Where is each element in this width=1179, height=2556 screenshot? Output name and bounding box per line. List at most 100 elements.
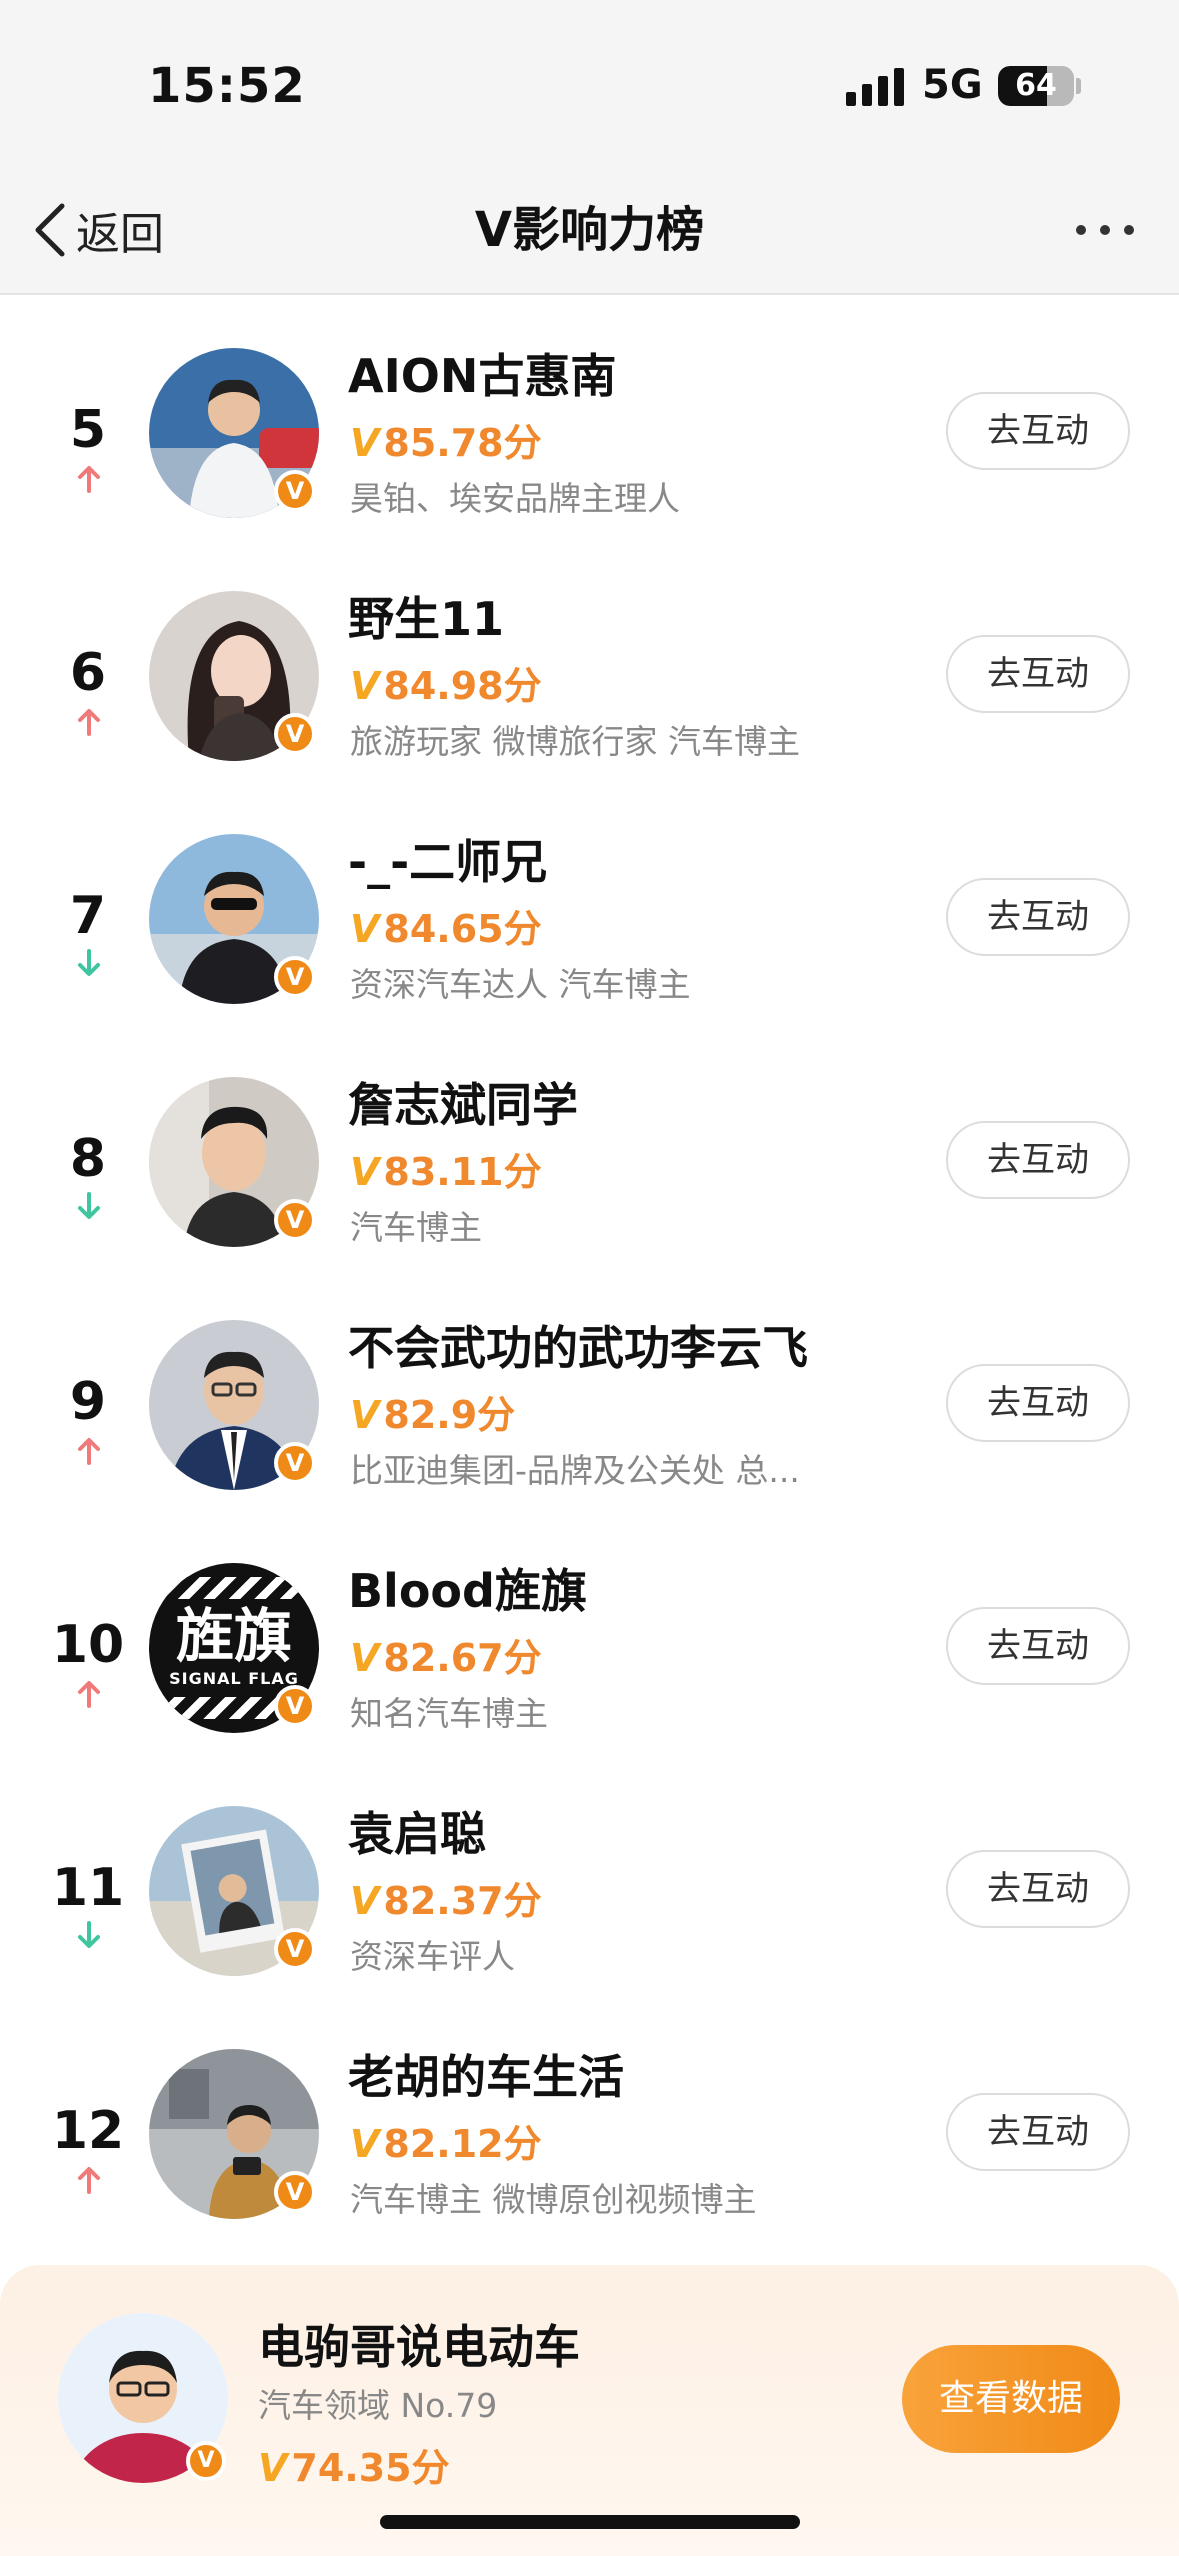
- v-score-icon: V: [350, 664, 380, 708]
- score-value: 83.11分: [383, 1150, 542, 1194]
- interact-button[interactable]: 去互动: [946, 635, 1130, 713]
- interact-button[interactable]: 去互动: [946, 1607, 1130, 1685]
- arrow-down-icon: [74, 949, 104, 979]
- user-name[interactable]: 詹志斌同学: [348, 1069, 578, 1135]
- user-name[interactable]: 老胡的车生活: [348, 2041, 624, 2107]
- interact-button[interactable]: 去互动: [946, 1121, 1130, 1199]
- my-name: 电驹哥说电动车: [258, 2320, 580, 2374]
- verified-badge-icon: V: [274, 1442, 316, 1484]
- signal-icon: [846, 66, 906, 106]
- user-description: 汽车博主: [350, 1208, 482, 1247]
- v-score-icon: V: [258, 2446, 288, 2490]
- rank-number: 8: [69, 1129, 107, 1189]
- v-score-icon: V: [350, 907, 380, 951]
- list-item[interactable]: 12 V 老胡的车生活 V 82.12分 汽车博主 微博原创视频博主 去互动: [0, 2001, 1179, 2243]
- interact-button[interactable]: 去互动: [946, 1850, 1130, 1928]
- arrow-down-icon: [74, 1192, 104, 1222]
- status-bar: 15:52 5G 64: [0, 0, 1179, 165]
- user-description: 旅游玩家 微博旅行家 汽车博主: [350, 722, 800, 761]
- user-name[interactable]: -_-二师兄: [348, 826, 547, 892]
- battery-icon: 64: [998, 66, 1074, 106]
- user-name[interactable]: 野生11: [348, 583, 504, 649]
- arrow-up-icon: [74, 463, 104, 493]
- rank-number: 11: [51, 1858, 125, 1918]
- influence-score: V 82.37分: [350, 1870, 542, 1925]
- user-name[interactable]: Blood旌旗: [348, 1555, 587, 1621]
- arrow-up-icon: [74, 2164, 104, 2194]
- influence-score: V 82.9分: [350, 1384, 515, 1439]
- list-item[interactable]: 7 V -_-二师兄 V 84.65分 资深汽车达人 汽车博主 去互动: [0, 786, 1179, 1028]
- score-value: 82.12分: [383, 2122, 542, 2166]
- home-indicator: [380, 2515, 800, 2529]
- nav-bar: 返回 V影响力榜: [0, 165, 1179, 295]
- view-data-button[interactable]: 查看数据: [902, 2345, 1120, 2453]
- verified-badge-icon: V: [186, 2441, 226, 2481]
- rank-number: 10: [51, 1615, 125, 1675]
- influence-score: V 82.67分: [350, 1627, 542, 1682]
- user-description: 资深车评人: [350, 1937, 515, 1976]
- list-item[interactable]: 8 V 詹志斌同学 V 83.11分 汽车博主 去互动: [0, 1029, 1179, 1271]
- user-description: 知名汽车博主: [350, 1694, 548, 1733]
- user-description: 汽车博主 微博原创视频博主: [350, 2180, 757, 2219]
- rank-number: 12: [51, 2101, 125, 2161]
- interact-button[interactable]: 去互动: [946, 878, 1130, 956]
- arrow-up-icon: [74, 1435, 104, 1465]
- verified-badge-icon: V: [274, 2171, 316, 2213]
- user-name[interactable]: AION古惠南: [348, 340, 616, 406]
- verified-badge-icon: V: [274, 1685, 316, 1727]
- user-description: 比亚迪集团-品牌及公关处 总...: [350, 1451, 800, 1490]
- more-icon[interactable]: [1060, 205, 1150, 255]
- verified-badge-icon: V: [274, 1928, 316, 1970]
- arrow-down-icon: [74, 1921, 104, 1951]
- list-item[interactable]: 9 V 不会武功的武功李云飞 V 82.9分 比亚迪集团-品牌及公关处 总... 去互动: [0, 1272, 1179, 1514]
- score-value: 82.67分: [383, 1636, 542, 1680]
- user-name[interactable]: 不会武功的武功李云飞: [348, 1312, 808, 1378]
- list-item[interactable]: 6 V 野生11 V 84.98分 旅游玩家 微博旅行家 汽车博主 去互动: [0, 543, 1179, 785]
- my-score-value: 74.35分: [291, 2446, 450, 2490]
- list-item[interactable]: 10 旌旗 SIGNAL FLAG V Blood旌旗 V 82.67分 知名汽车博主 去互动: [0, 1515, 1179, 1757]
- rank-number: 5: [69, 400, 107, 460]
- influence-score: V 82.12分: [350, 2113, 542, 2168]
- verified-badge-icon: V: [274, 956, 316, 998]
- status-time: 15:52: [148, 58, 306, 114]
- my-score: V 74.35分: [258, 2437, 450, 2492]
- rank-number: 6: [69, 643, 107, 703]
- v-score-icon: V: [350, 1393, 380, 1437]
- v-score-icon: V: [350, 1150, 380, 1194]
- verified-badge-icon: V: [274, 1199, 316, 1241]
- score-value: 82.37分: [383, 1879, 542, 1923]
- rank-number: 7: [69, 886, 107, 946]
- interact-button[interactable]: 去互动: [946, 1364, 1130, 1442]
- battery-label: 64: [1015, 68, 1057, 103]
- influence-score: V 84.65分: [350, 898, 542, 953]
- score-value: 84.98分: [383, 664, 542, 708]
- v-score-icon: V: [350, 1636, 380, 1680]
- list-item[interactable]: 11 V 袁启聪 V 82.37分 资深车评人 去互动: [0, 1758, 1179, 2000]
- score-value: 84.65分: [383, 907, 542, 951]
- user-description: 昊铂、埃安品牌主理人: [350, 479, 680, 518]
- v-score-icon: V: [350, 1879, 380, 1923]
- v-score-icon: V: [350, 421, 380, 465]
- interact-button[interactable]: 去互动: [946, 392, 1130, 470]
- influence-score: V 83.11分: [350, 1141, 542, 1196]
- interact-button[interactable]: 去互动: [946, 2093, 1130, 2171]
- network-label: 5G: [922, 62, 983, 108]
- arrow-up-icon: [74, 1678, 104, 1708]
- my-field-rank: 汽车领域 No.79: [258, 2386, 498, 2425]
- user-description: 资深汽车达人 汽车博主: [350, 965, 691, 1004]
- verified-badge-icon: V: [274, 713, 316, 755]
- battery-tip: [1076, 78, 1081, 94]
- v-score-icon: V: [350, 2122, 380, 2166]
- influence-score: V 85.78分: [350, 412, 542, 467]
- page-title: V影响力榜: [474, 202, 705, 258]
- avatar-logo-text: 旌旗: [175, 1602, 292, 1670]
- influence-score: V 84.98分: [350, 655, 542, 710]
- verified-badge-icon: V: [274, 470, 316, 512]
- list-item[interactable]: 5 V AION古惠南 V 85.78分 昊铂、埃安品牌主理人 去互动: [0, 300, 1179, 542]
- arrow-up-icon: [74, 706, 104, 736]
- score-value: 82.9分: [383, 1393, 516, 1437]
- score-value: 85.78分: [383, 421, 542, 465]
- user-name[interactable]: 袁启聪: [348, 1798, 486, 1864]
- my-rank-card: V 电驹哥说电动车 汽车领域 No.79 V 74.35分 查看数据: [0, 2265, 1179, 2556]
- rank-number: 9: [69, 1372, 107, 1432]
